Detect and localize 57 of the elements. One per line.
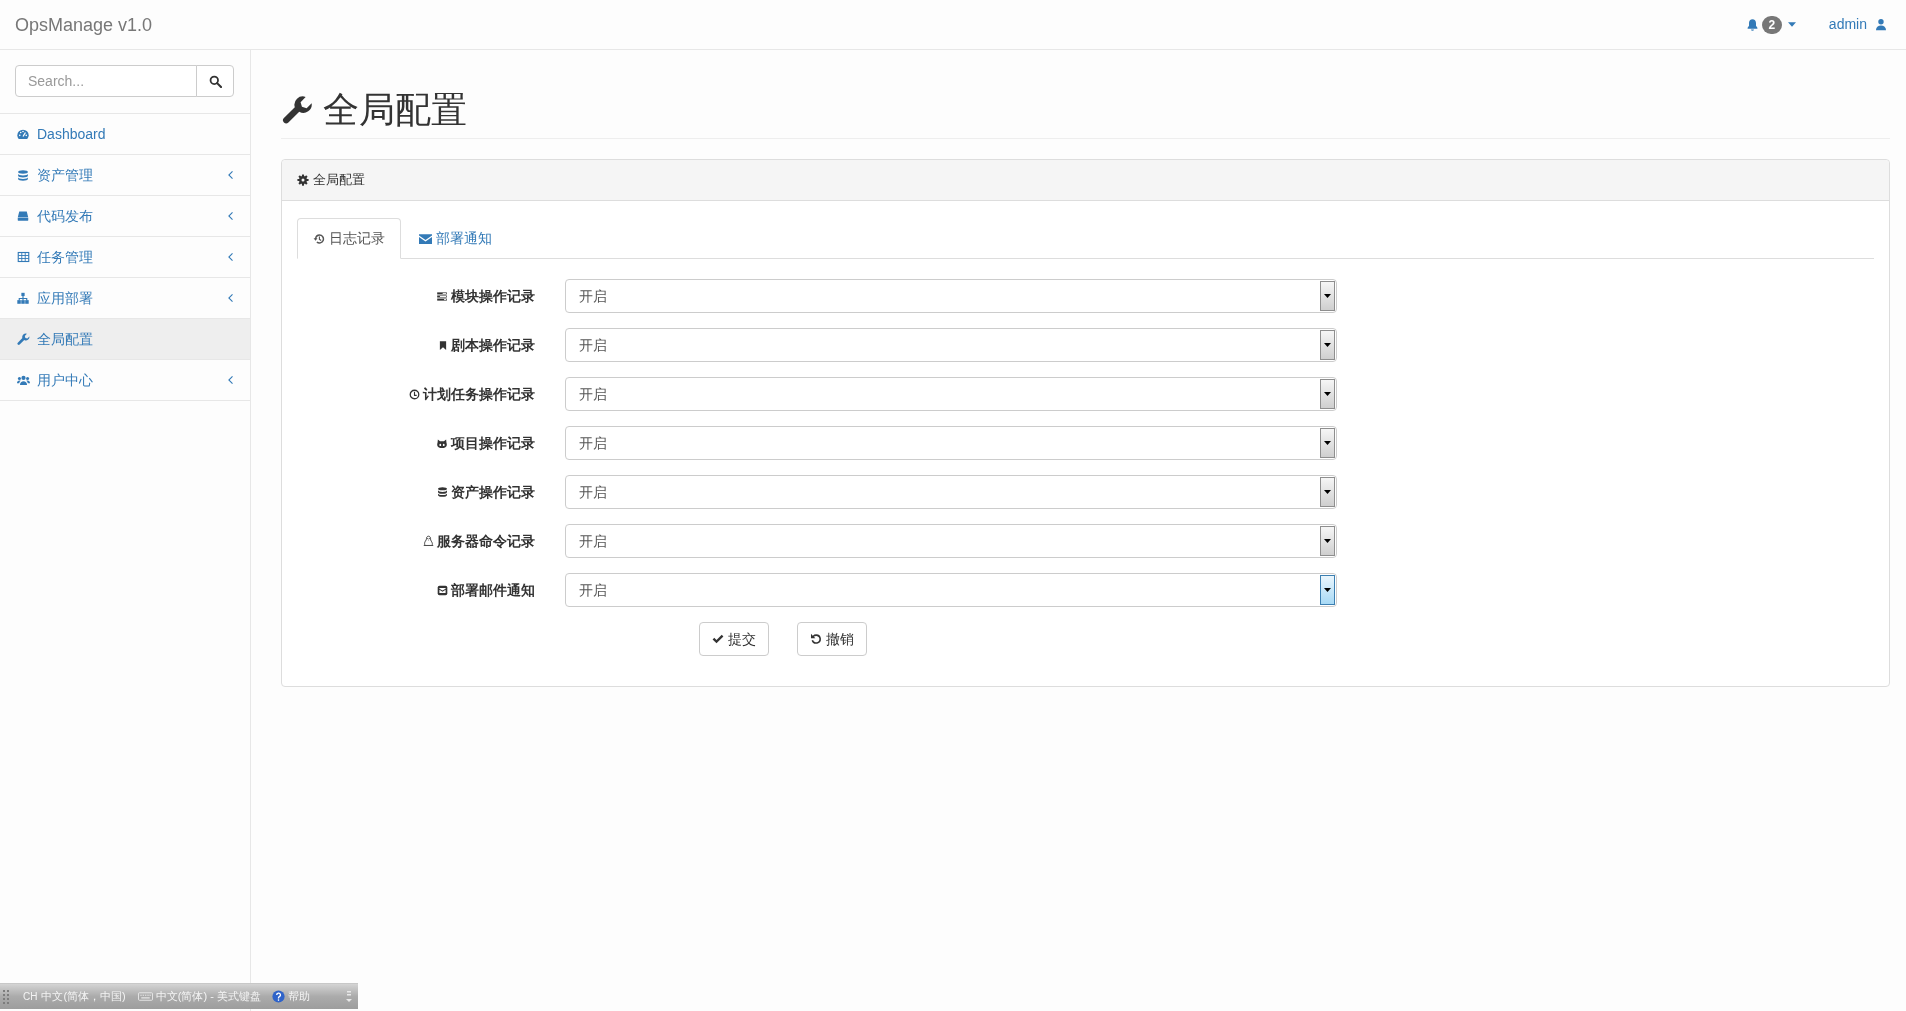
caret-down-icon[interactable]: [1787, 22, 1796, 27]
wrench-icon: [16, 332, 30, 346]
sidebar-item[interactable]: Dashboard: [0, 114, 250, 155]
user-icon: [1875, 18, 1887, 31]
database-icon: [17, 168, 29, 182]
database-icon: [437, 486, 448, 498]
table-icon: [16, 251, 30, 263]
select-field[interactable]: 开启: [565, 524, 1337, 558]
sidebar-item[interactable]: 资产管理: [0, 155, 250, 196]
sidebar-item[interactable]: 代码发布: [0, 196, 250, 237]
help-icon[interactable]: [271, 990, 285, 1003]
page-title: 全局配置: [323, 90, 467, 130]
select-field[interactable]: 开启: [565, 573, 1337, 607]
undo-icon: [810, 633, 822, 645]
select-field[interactable]: 开启: [565, 328, 1337, 362]
history-icon: [313, 232, 325, 245]
panel-title: 全局配置: [313, 171, 365, 190]
field-label: 剧本操作记录: [451, 335, 535, 355]
wrench-icon: [282, 94, 313, 126]
field-label: 部署邮件通知: [451, 580, 535, 600]
select-field[interactable]: 开启: [565, 426, 1337, 460]
notification-badge: 2: [1761, 15, 1782, 34]
cat-icon: [436, 437, 448, 449]
field-label: 模块操作记录: [451, 286, 535, 306]
search-field[interactable]: Search...: [15, 65, 197, 97]
sitemap-icon: [16, 291, 30, 305]
select-field[interactable]: 开启: [565, 475, 1337, 509]
bell-icon[interactable]: [1745, 17, 1759, 32]
penguin-icon: [423, 535, 434, 547]
field-label: 资产操作记录: [451, 482, 535, 502]
search-button[interactable]: [196, 65, 234, 97]
dashboard-icon: [16, 127, 30, 141]
envelope-icon: [437, 584, 448, 596]
tasks-icon: [436, 290, 448, 302]
user-menu[interactable]: admin: [1828, 14, 1887, 35]
clock-icon: [409, 388, 420, 400]
select-field[interactable]: 开启: [565, 377, 1337, 411]
tab[interactable]: 部署通知: [403, 218, 508, 259]
select-field[interactable]: 开启: [565, 279, 1337, 313]
envelope-icon: [419, 233, 432, 244]
brand-title[interactable]: OpsManage v1.0: [15, 14, 153, 35]
bookmark-icon: [438, 339, 448, 351]
undo-button[interactable]: 撤销: [797, 622, 867, 656]
search-icon: [208, 74, 222, 88]
sidebar-item[interactable]: 用户中心: [0, 360, 250, 401]
field-label: 计划任务操作记录: [423, 384, 535, 404]
tab[interactable]: 日志记录: [297, 218, 401, 259]
gear-icon: [297, 174, 309, 186]
submit-button[interactable]: 提交: [699, 622, 769, 656]
sidebar-item[interactable]: 任务管理: [0, 237, 250, 278]
field-label: 服务器命令记录: [437, 531, 535, 551]
field-label: 项目操作记录: [451, 433, 535, 453]
users-icon: [15, 373, 31, 387]
sidebar-item[interactable]: 全局配置: [0, 319, 250, 360]
grip-icon[interactable]: [3, 989, 9, 1004]
drive-icon: [16, 210, 30, 222]
check-icon: [712, 633, 724, 645]
